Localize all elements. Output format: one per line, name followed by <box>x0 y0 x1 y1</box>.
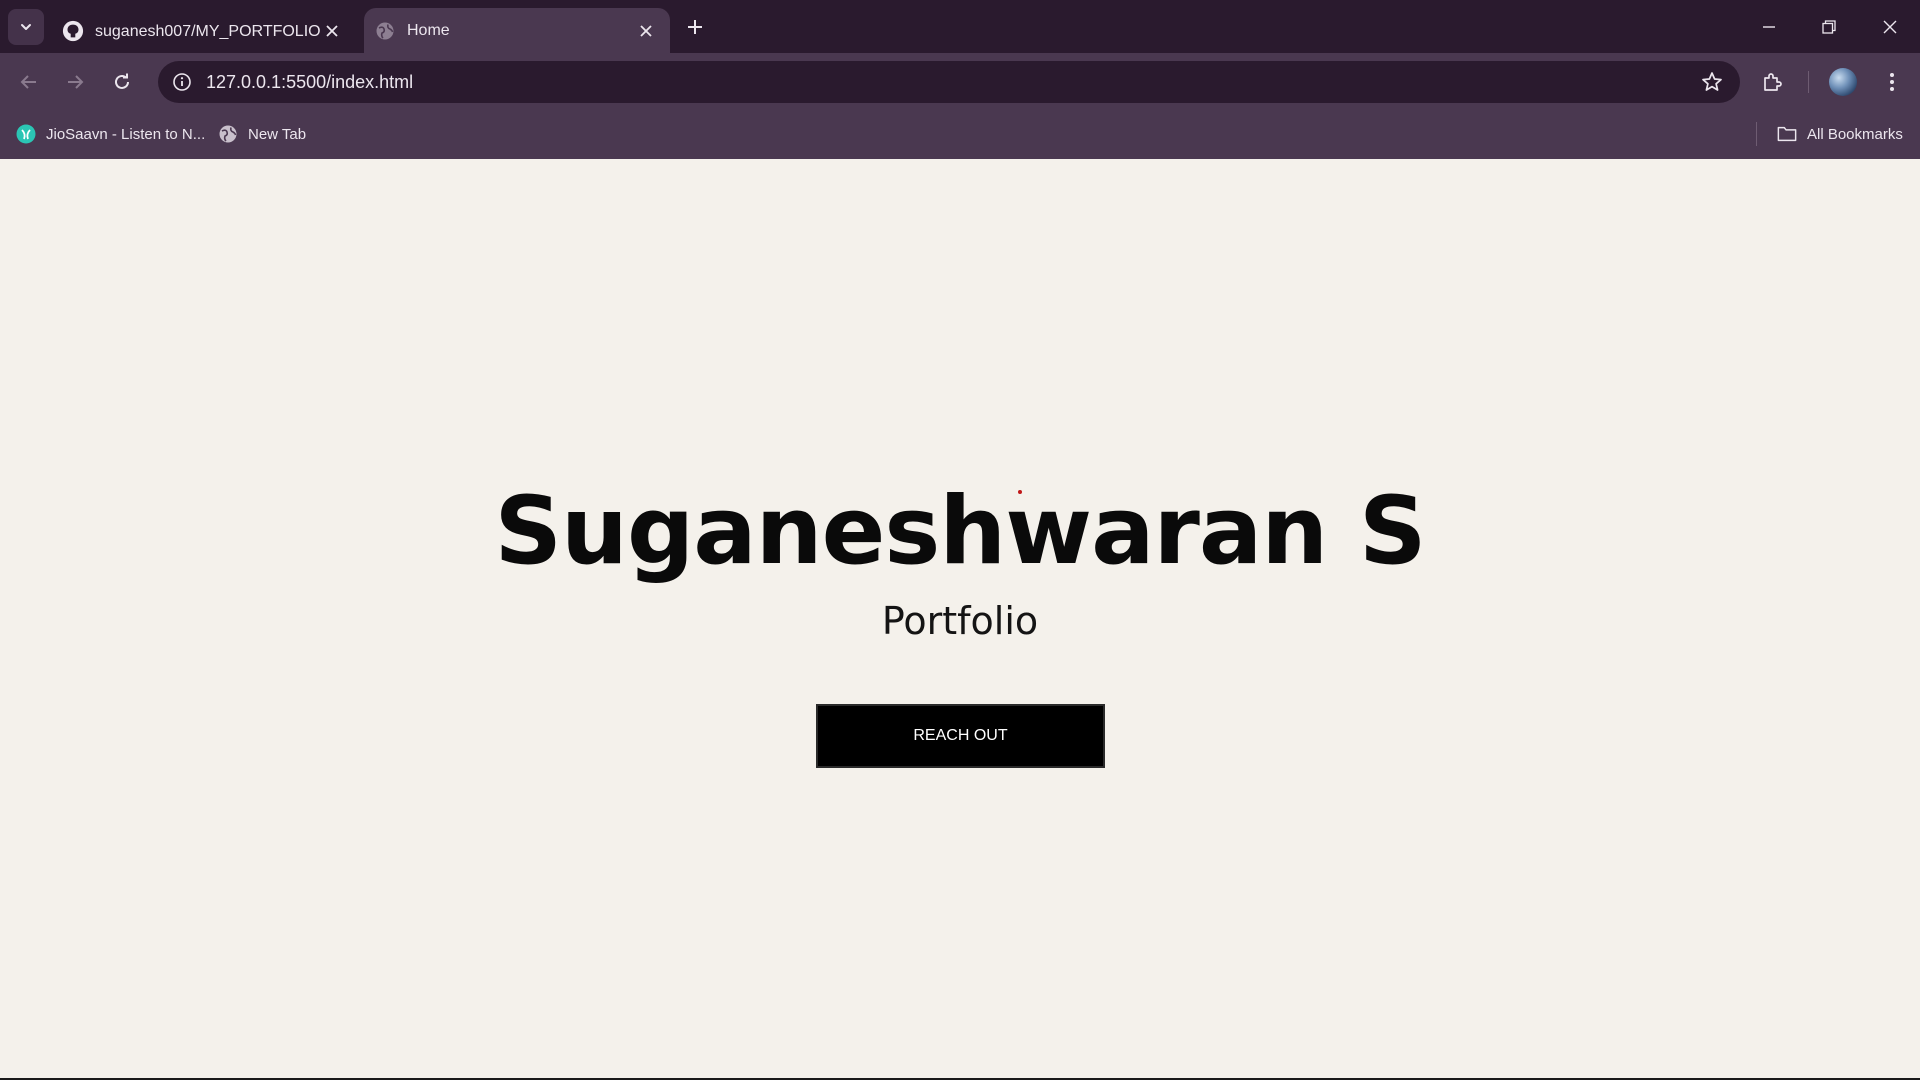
menu-button[interactable] <box>1874 64 1910 100</box>
tab-search-button[interactable] <box>8 9 44 45</box>
plus-icon <box>688 20 702 34</box>
back-button[interactable] <box>11 64 47 100</box>
tab-strip: suganesh007/MY_PORTFOLIO: 💻 Home <box>0 0 1920 53</box>
arrow-right-icon <box>68 75 84 89</box>
bookmarks-divider <box>1756 122 1757 146</box>
profile-button[interactable] <box>1825 64 1861 100</box>
tab-title: suganesh007/MY_PORTFOLIO: 💻 <box>95 22 320 40</box>
page-subtitle: Portfolio <box>881 599 1039 643</box>
minimize-button[interactable] <box>1739 0 1799 53</box>
tab-github[interactable]: suganesh007/MY_PORTFOLIO: 💻 <box>52 8 356 53</box>
avatar <box>1829 68 1857 96</box>
restore-icon <box>1822 19 1836 34</box>
folder-icon <box>1777 124 1797 144</box>
minimize-icon <box>1763 25 1775 28</box>
page-content: Suganeshwaran S Portfolio REACH OUT <box>0 159 1920 1078</box>
bookmark-jiosaavn[interactable]: JioSaavn - Listen to N... <box>16 120 205 148</box>
page-title: Suganeshwaran S <box>494 477 1426 586</box>
globe-icon <box>374 20 396 42</box>
bookmark-label: New Tab <box>248 125 307 143</box>
reload-icon <box>115 73 129 89</box>
arrow-left-icon <box>20 75 36 89</box>
close-icon[interactable] <box>634 19 658 43</box>
globe-icon <box>218 124 238 144</box>
all-bookmarks-label: All Bookmarks <box>1807 125 1903 143</box>
forward-button[interactable] <box>57 64 93 100</box>
github-icon <box>62 20 84 42</box>
extensions-button[interactable] <box>1755 64 1791 100</box>
more-vertical-icon <box>1890 73 1894 91</box>
bookmarks-bar: JioSaavn - Listen to N... New Tab All Bo… <box>0 110 1920 159</box>
address-bar[interactable]: 127.0.0.1:5500/index.html <box>158 61 1740 103</box>
bookmark-label: JioSaavn - Listen to N... <box>46 125 206 143</box>
reach-out-button[interactable]: REACH OUT <box>816 704 1105 768</box>
url-text[interactable]: 127.0.0.1:5500/index.html <box>206 72 413 93</box>
all-bookmarks-button[interactable]: All Bookmarks <box>1777 120 1903 148</box>
bookmark-star-icon[interactable] <box>1698 68 1726 96</box>
info-icon[interactable] <box>166 66 198 98</box>
bookmark-new-tab[interactable]: New Tab <box>218 120 306 148</box>
jiosaavn-icon <box>16 124 36 144</box>
puzzle-icon <box>1764 73 1782 91</box>
reload-button[interactable] <box>104 64 140 100</box>
close-icon <box>1883 20 1897 33</box>
close-window-button[interactable] <box>1860 0 1920 53</box>
restore-button[interactable] <box>1799 0 1859 53</box>
browser-window: suganesh007/MY_PORTFOLIO: 💻 Home <box>0 0 1920 1080</box>
tab-home[interactable]: Home <box>364 8 670 53</box>
toolbar-divider <box>1808 71 1809 93</box>
chevron-down-icon <box>21 24 31 30</box>
tab-title: Home <box>407 21 450 39</box>
toolbar: 127.0.0.1:5500/index.html <box>0 53 1920 110</box>
close-icon[interactable] <box>320 19 344 43</box>
new-tab-button[interactable] <box>680 12 710 42</box>
